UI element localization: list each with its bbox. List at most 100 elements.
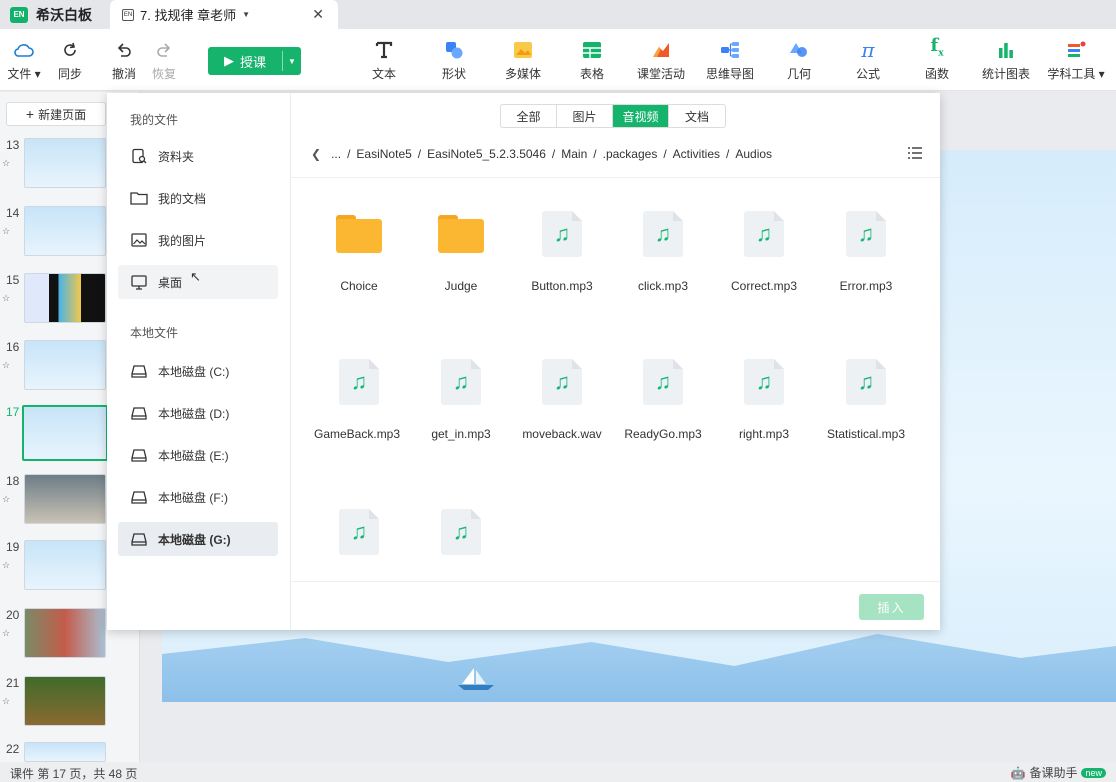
new-page-button[interactable]: + 新建页面 [6, 102, 106, 126]
star-icon[interactable]: ☆ [2, 628, 10, 639]
audio-file-item[interactable]: ♫ Button.mp3 [512, 211, 612, 293]
sidebar-item-drive-g[interactable]: 本地磁盘 (G:) [118, 522, 278, 556]
insert-button[interactable]: 插入 [859, 594, 924, 620]
geometry-button[interactable]: 几何 [771, 39, 827, 82]
play-icon: ▶ [223, 53, 234, 68]
sidebar-item-folder[interactable]: 资料夹 [118, 139, 278, 173]
tab-images[interactable]: 图片 [557, 105, 613, 127]
file-name: Statistical.mp3 [826, 427, 906, 441]
audio-file-icon: ♫ [539, 211, 585, 257]
my-files-heading: 我的文件 [130, 113, 179, 127]
shape-tool-button[interactable]: 形状 [426, 39, 482, 82]
media-tool-button[interactable]: 多媒体 [495, 39, 551, 82]
close-icon[interactable]: ✕ [312, 6, 324, 23]
star-icon[interactable]: ☆ [2, 158, 10, 169]
audio-file-item[interactable]: ♫ Statistical.mp3 [816, 359, 916, 441]
sidebar-item-label: 本地磁盘 (F:) [158, 490, 228, 505]
audio-file-item[interactable]: ♫ get_in.mp3 [411, 359, 511, 441]
audio-file-item[interactable]: ♫ right.mp3 [714, 359, 814, 441]
sidebar-item-my-pictures[interactable]: 我的图片 [118, 223, 278, 257]
document-tab-title: 7. 找规律 章老师 [140, 8, 237, 23]
teach-button[interactable]: ▶ 授课 ▼ [208, 47, 301, 75]
audio-file-item[interactable]: ♫ moveback.wav [512, 359, 612, 441]
back-chevron-icon[interactable]: ❮ [311, 147, 321, 161]
star-icon[interactable]: ☆ [2, 560, 10, 571]
breadcrumb-item[interactable]: EasiNote5 [356, 147, 411, 161]
geometry-label: 几何 [786, 67, 811, 81]
pi-icon: π [861, 38, 875, 62]
folder-item[interactable]: Choice [309, 211, 409, 293]
slide-number: 16 [6, 340, 20, 354]
new-page-label: 新建页面 [38, 107, 87, 122]
text-tool-button[interactable]: 文本 [356, 39, 412, 82]
new-badge: new [1081, 767, 1106, 778]
file-name: Button.mp3 [531, 279, 593, 293]
breadcrumb-item[interactable]: EasiNote5_5.2.3.5046 [427, 147, 546, 161]
breadcrumb-current: Audios [735, 147, 773, 161]
sidebar-item-label: 本地磁盘 (E:) [158, 448, 229, 463]
audio-file-item[interactable]: ♫ [411, 509, 511, 555]
audio-file-icon: ♫ [336, 359, 382, 405]
document-tab[interactable]: EN 7. 找规律 章老师 ▼ ✕ [110, 0, 338, 29]
star-icon[interactable]: ☆ [2, 293, 10, 304]
dialog-main: 全部 图片 音视频 文档 ❮ ... / EasiNote5/ EasiNote5… [291, 93, 940, 630]
sidebar-item-drive-f[interactable]: 本地磁盘 (F:) [118, 480, 278, 514]
folder-item[interactable]: Judge [411, 211, 511, 293]
sidebar-item-drive-c[interactable]: 本地磁盘 (C:) [118, 354, 278, 388]
audio-file-icon: ♫ [336, 509, 382, 555]
breadcrumb-item[interactable]: Main [561, 147, 587, 161]
audio-file-icon: ♫ [438, 509, 484, 555]
drive-icon [130, 405, 148, 421]
sidebar-item-label: 本地磁盘 (G:) [158, 532, 231, 547]
formula-button[interactable]: π 公式 [840, 39, 896, 82]
star-icon[interactable]: ☆ [2, 494, 10, 505]
star-icon[interactable]: ☆ [2, 226, 10, 237]
sidebar-item-desktop[interactable]: 桌面 ↖ [118, 265, 278, 299]
slide-thumbnail [22, 405, 108, 461]
app-tab[interactable]: EN 希沃白板 [0, 0, 108, 29]
sidebar-item-my-docs[interactable]: 我的文档 [118, 181, 278, 215]
file-name: Error.mp3 [839, 279, 893, 293]
tab-audio-video[interactable]: 音视频 [613, 105, 669, 127]
file-name: Choice [340, 279, 378, 293]
divider [291, 581, 940, 582]
audio-file-item[interactable]: ♫ Error.mp3 [816, 211, 916, 293]
shape-icon [445, 39, 463, 61]
sidebar-item-drive-e[interactable]: 本地磁盘 (E:) [118, 438, 278, 472]
breadcrumb-ellipsis[interactable]: ... [331, 147, 341, 161]
audio-file-icon: ♫ [539, 359, 585, 405]
breadcrumb-item[interactable]: .packages [603, 147, 658, 161]
teach-dropdown-icon[interactable]: ▼ [283, 57, 301, 66]
sync-button[interactable]: 同步 [42, 39, 98, 82]
mindmap-button[interactable]: 思维导图 [702, 39, 758, 82]
lesson-helper-button[interactable]: 🤖 备课助手 new [1011, 764, 1106, 781]
audio-file-item[interactable]: ♫ ReadyGo.mp3 [613, 359, 713, 441]
breadcrumb-item[interactable]: Activities [673, 147, 720, 161]
chevron-down-icon[interactable]: ▼ [242, 10, 250, 19]
class-activity-button[interactable]: 课堂活动 [633, 39, 689, 82]
slide-thumbnail [24, 273, 106, 323]
list-view-icon[interactable] [908, 147, 922, 159]
tab-all[interactable]: 全部 [501, 105, 557, 127]
file-name: click.mp3 [637, 279, 688, 293]
audio-file-item[interactable]: ♫ click.mp3 [613, 211, 713, 293]
geometry-icon [789, 39, 809, 61]
sync-label: 同步 [57, 67, 82, 81]
subject-tools-button[interactable]: 学科工具 ▾ [1046, 39, 1106, 82]
subject-tools-label: 学科工具 ▾ [1047, 67, 1105, 81]
function-button[interactable]: fx 函数 [909, 37, 965, 82]
star-icon[interactable]: ☆ [2, 360, 10, 371]
star-icon[interactable]: ☆ [2, 696, 10, 707]
audio-file-item[interactable]: ♫ [309, 509, 409, 555]
sidebar-item-drive-d[interactable]: 本地磁盘 (D:) [118, 396, 278, 430]
text-icon [375, 39, 393, 61]
cursor-icon: ↖ [190, 269, 201, 284]
audio-file-item[interactable]: ♫ GameBack.mp3 [309, 359, 409, 441]
redo-button[interactable]: 恢复 [136, 39, 192, 82]
tab-documents[interactable]: 文档 [669, 105, 725, 127]
table-tool-button[interactable]: 表格 [564, 39, 620, 82]
media-label: 多媒体 [504, 67, 541, 81]
audio-file-item[interactable]: ♫ Correct.mp3 [714, 211, 814, 293]
teach-main-button[interactable]: ▶ 授课 [208, 52, 282, 71]
stats-chart-button[interactable]: 统计图表 [978, 39, 1034, 82]
